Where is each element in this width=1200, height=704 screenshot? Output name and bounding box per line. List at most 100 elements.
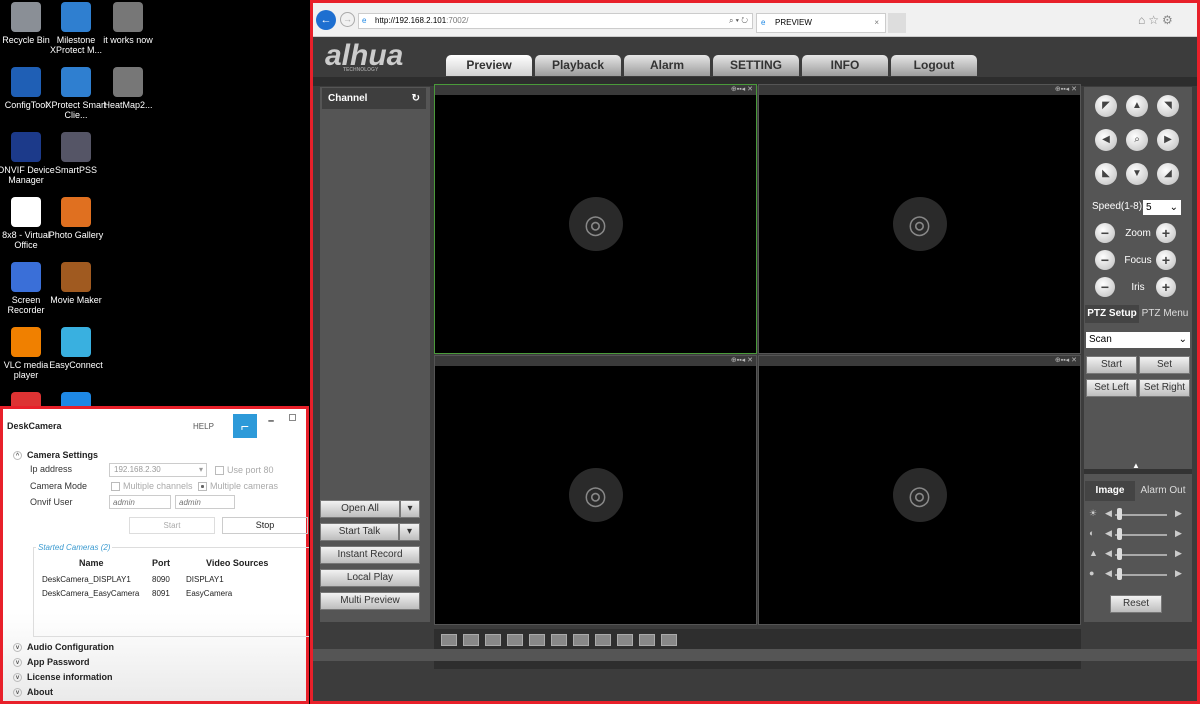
layout-button-icon[interactable] [463,634,479,646]
ptz-direction-button[interactable]: ▼ [1126,163,1148,185]
layout-button-icon[interactable] [507,634,523,646]
ptz-direction-button[interactable]: ▲ [1126,95,1148,117]
video-cell[interactable]: ⊕▪▪◂ ✕ ◎ [758,355,1081,625]
cell-controls[interactable]: ⊕▪▪◂ ✕ [435,356,756,366]
layout-button-icon[interactable] [529,634,545,646]
ptz-set-button[interactable]: Set [1139,356,1190,374]
layout-button-icon[interactable] [441,634,457,646]
layout-button-icon[interactable] [617,634,633,646]
back-button[interactable]: ← [316,10,336,30]
stop-button[interactable]: Stop [222,517,308,534]
cell-controls[interactable]: ⊕▪▪◂ ✕ [759,356,1080,366]
refresh-icon[interactable]: ↻ [412,88,420,109]
ie-icon: e [362,16,367,25]
new-tab-button[interactable] [888,13,906,33]
collapse-handle[interactable]: ▲ [1084,461,1192,474]
start-button[interactable]: Start [129,517,215,534]
tab-info[interactable]: INFO [802,55,888,76]
speed-select[interactable]: 5 ⌄ [1143,200,1181,215]
instant-record-button[interactable]: Instant Record [320,546,420,564]
ptz-mode-select[interactable]: Scan ⌄ [1086,332,1190,348]
multiple-channels-checkbox[interactable]: Multiple channels [111,481,193,492]
ptz-zoom-area-button[interactable]: ⌕ [1126,129,1148,151]
desktop-icon[interactable]: it works now [96,2,160,45]
tab-ptz-menu[interactable]: PTZ Menu [1139,305,1191,323]
app-icon [11,132,41,162]
table-row[interactable]: DeskCamera_EasyCamera 8091 EasyCamera [42,587,262,601]
tab-playback[interactable]: Playback [535,55,621,76]
reset-button[interactable]: Reset [1110,595,1162,613]
video-cell[interactable]: ⊕▪▪◂ ✕ ◎ [758,84,1081,354]
start-talk-dropdown[interactable]: ▾ [399,523,420,541]
desktop-icon[interactable]: Photo Gallery [44,197,108,240]
section-camera-settings[interactable]: ^ Camera Settings [13,450,98,460]
set-left-button[interactable]: Set Left [1086,379,1137,397]
layout-button-icon[interactable] [551,634,567,646]
cell-controls[interactable]: ⊕▪▪◂ ✕ [759,85,1080,95]
minimize-button[interactable]: – [268,415,274,427]
zoom-in-button[interactable]: + [1156,223,1176,243]
start-talk-button[interactable]: Start Talk [320,523,399,541]
focus-plus-button[interactable]: + [1156,250,1176,270]
section-about[interactable]: v About [13,687,53,697]
open-all-button[interactable]: Open All [320,500,400,518]
image-slider[interactable]: ☀ ◀ ▶ [1087,508,1183,520]
image-slider[interactable]: ● ◀ ▶ [1087,568,1183,580]
ptz-direction-button[interactable]: ◣ [1095,163,1117,185]
ptz-direction-button[interactable]: ◤ [1095,95,1117,117]
desktop-icon[interactable]: SmartPSS [44,132,108,175]
layout-button-icon[interactable] [595,634,611,646]
tab-logout[interactable]: Logout [891,55,977,76]
image-slider[interactable]: ▲ ◀ ▶ [1087,548,1183,560]
image-slider[interactable]: ◐ ◀ ▶ [1087,528,1183,540]
video-cell[interactable]: ⊕▪▪◂ ✕ ◎ [434,355,757,625]
home-star-gear-icons[interactable]: ⌂☆⚙ [1138,13,1176,27]
tab-setting[interactable]: SETTING [713,55,799,76]
section-license[interactable]: v License information [13,672,113,682]
forward-button[interactable]: → [340,12,355,27]
table-row[interactable]: DeskCamera_DISPLAY1 8090 DISPLAY1 [42,573,242,587]
channel-header: Channel ↻ [322,88,426,109]
tab-alarm-out[interactable]: Alarm Out [1135,481,1191,501]
ptz-direction-button[interactable]: ◢ [1157,163,1179,185]
camera-placeholder-icon: ◎ [568,468,623,522]
iris-plus-button[interactable]: + [1156,277,1176,297]
ptz-direction-button[interactable]: ▶ [1157,129,1179,151]
layout-button-icon[interactable] [661,634,677,646]
ptz-start-button[interactable]: Start [1086,356,1137,374]
chevron-down-icon: v [13,642,22,652]
use-port-checkbox[interactable]: Use port 80 [215,465,274,476]
ip-select[interactable]: 192.168.2.30 ▾ [109,463,207,477]
desktop-icon[interactable]: EasyConnect [44,327,108,370]
focus-minus-button[interactable]: − [1095,250,1115,270]
maximize-button[interactable] [289,414,296,421]
layout-button-icon[interactable] [573,634,589,646]
open-all-dropdown[interactable]: ▾ [400,500,420,518]
layout-button-icon[interactable] [639,634,655,646]
desktop-icon[interactable]: Movie Maker [44,262,108,305]
mode-label: Camera Mode [30,481,88,491]
iris-minus-button[interactable]: − [1095,277,1115,297]
ptz-direction-button[interactable]: ◥ [1157,95,1179,117]
cell-controls[interactable]: ⊕▪▪◂ ✕ [435,85,756,95]
local-play-button[interactable]: Local Play [320,569,420,587]
ptz-direction-button[interactable]: ◀ [1095,129,1117,151]
tab-image[interactable]: Image [1085,481,1135,501]
layout-button-icon[interactable] [485,634,501,646]
help-link[interactable]: HELP [193,422,214,431]
zoom-out-button[interactable]: − [1095,223,1115,243]
section-audio[interactable]: v Audio Configuration [13,642,114,652]
address-bar[interactable]: e http://192.168.2.101:7002/⌕ ▾ ↻ [358,13,753,29]
section-password[interactable]: v App Password [13,657,90,667]
video-cell[interactable]: ⊕▪▪◂ ✕ ◎ [434,84,757,354]
tab-alarm[interactable]: Alarm [624,55,710,76]
multi-preview-button[interactable]: Multi Preview [320,592,420,610]
onvif-password-input[interactable] [175,495,235,509]
onvif-user-input[interactable] [109,495,171,509]
multiple-cameras-checkbox[interactable]: Multiple cameras [198,481,278,492]
tab-preview[interactable]: e PREVIEW × [756,13,886,33]
set-right-button[interactable]: Set Right [1139,379,1190,397]
tab-preview[interactable]: Preview [446,55,532,76]
tab-ptz-setup[interactable]: PTZ Setup [1085,305,1139,323]
desktop-icon[interactable]: HeatMap2... [96,67,160,110]
